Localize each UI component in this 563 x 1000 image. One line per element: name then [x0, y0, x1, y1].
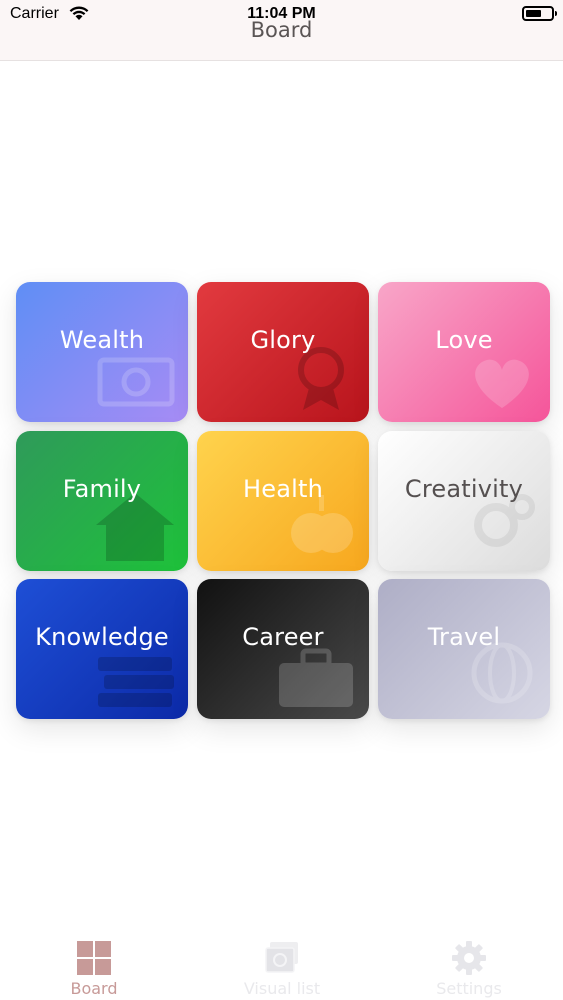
- tile-label: Knowledge: [35, 623, 169, 651]
- tile-love[interactable]: Love: [378, 282, 550, 422]
- tab-settings[interactable]: Settings: [375, 935, 563, 1000]
- tab-label: Visual list: [243, 979, 321, 998]
- tab-bar: Board Visual list Settings: [0, 935, 563, 1000]
- hearts-icon: [475, 359, 529, 408]
- tile-family[interactable]: Family: [16, 431, 188, 571]
- tile-health[interactable]: Health: [197, 431, 369, 571]
- tile-label: Wealth: [59, 326, 145, 354]
- battery-icon: [522, 6, 557, 21]
- tile-label: Health: [242, 475, 323, 503]
- tile-label: Creativity: [404, 475, 524, 503]
- photos-icon: [265, 942, 298, 973]
- tab-label: Settings: [436, 979, 502, 998]
- tile-career[interactable]: Career: [197, 579, 369, 719]
- tab-label: Board: [70, 979, 118, 998]
- tile-label: Love: [435, 326, 493, 354]
- tab-board[interactable]: Board: [0, 935, 188, 1000]
- clock: 11:04 PM: [247, 5, 316, 22]
- tile-knowledge[interactable]: Knowledge: [16, 579, 188, 719]
- tile-wealth[interactable]: Wealth: [16, 282, 188, 422]
- tile-travel[interactable]: Travel: [378, 579, 550, 719]
- tab-visual-list[interactable]: Visual list: [188, 935, 376, 1000]
- books-icon: [98, 657, 174, 707]
- money-icon: [97, 357, 175, 407]
- grid-icon: [77, 941, 111, 975]
- gear-icon: [452, 941, 486, 975]
- tile-label: Career: [242, 623, 324, 651]
- tile-glory[interactable]: Glory: [197, 282, 369, 422]
- status-bar: Carrier 11:04 PM: [0, 0, 563, 26]
- category-grid: Wealth Glory Love Family Health Creativi…: [16, 282, 550, 719]
- tile-label: Family: [62, 475, 142, 503]
- tile-label: Travel: [427, 623, 501, 651]
- tile-creativity[interactable]: Creativity: [378, 431, 550, 571]
- briefcase-icon: [279, 648, 353, 707]
- tile-label: Glory: [250, 326, 316, 354]
